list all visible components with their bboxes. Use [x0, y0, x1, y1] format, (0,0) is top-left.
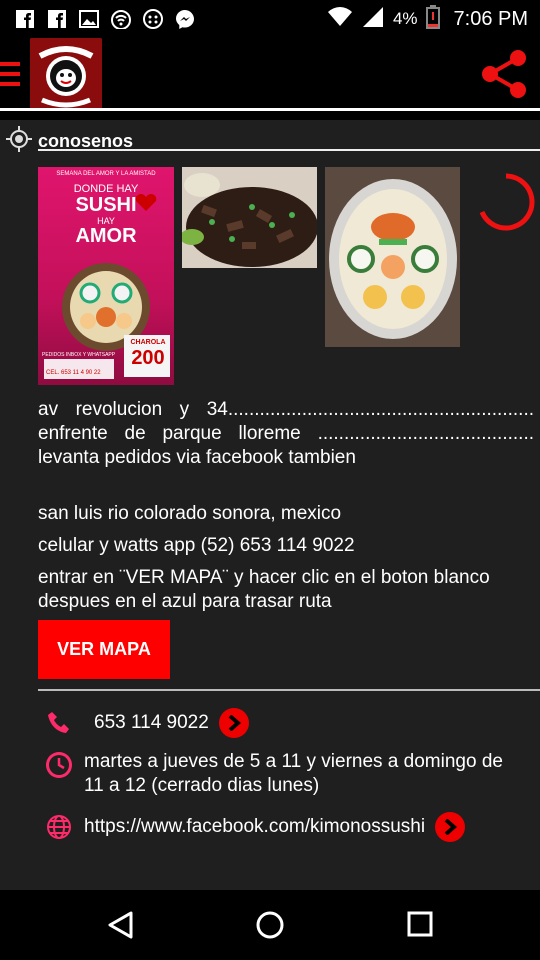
poster-footer1: PEDIDOS INBOX Y WHATSAPP — [42, 352, 116, 358]
share-icon[interactable] — [478, 48, 530, 100]
clock: 7:06 PM — [453, 7, 528, 30]
menu-icon[interactable] — [0, 60, 20, 88]
recents-icon[interactable] — [406, 910, 436, 940]
app-logo[interactable] — [30, 38, 102, 110]
content-panel: conosenos SEMANA DEL AMOR Y LA AMISTAD D… — [0, 120, 540, 890]
phone-text: celular y watts app (52) 653 114 9022 — [38, 535, 355, 556]
clock-icon — [44, 750, 74, 780]
poster-line4: AMOR — [75, 225, 137, 247]
app-bar — [0, 38, 540, 110]
facebook-icon — [14, 8, 36, 30]
instructions-text: entrar en ¨VER MAPA¨ y hacer clic en el … — [38, 567, 490, 612]
info-separator — [38, 689, 540, 691]
gallery-icon — [78, 8, 100, 30]
sushi-platter-image[interactable] — [325, 167, 460, 347]
messenger-icon — [174, 8, 196, 30]
wifi-icon — [110, 8, 132, 30]
website-arrow-icon[interactable] — [435, 812, 466, 842]
location-target-icon — [6, 126, 32, 157]
phone-icon — [44, 708, 74, 738]
navigation-bar — [0, 890, 540, 960]
poster-footer2: CEL. 653 11 4 90 22 — [46, 370, 101, 376]
poster-promo-title: CHAROLA — [130, 339, 166, 346]
phone-number[interactable]: 653 114 9022 — [94, 711, 209, 735]
hours-row: martes a jueves de 5 a 11 y viernes a do… — [44, 750, 524, 798]
poster-promo-price: 200 — [131, 347, 165, 369]
city-text: san luis rio colorado sonora, mexico — [38, 503, 342, 524]
phone-arrow-icon[interactable] — [218, 708, 249, 738]
section-header: conosenos — [6, 126, 133, 157]
app-bar-divider — [0, 108, 540, 111]
hours-text: martes a jueves de 5 a 11 y viernes a do… — [84, 751, 503, 796]
battery-percent: 4% — [392, 9, 418, 28]
game-icon — [142, 8, 164, 30]
home-icon[interactable] — [255, 910, 285, 940]
globe-icon — [44, 812, 74, 842]
beef-dish-image[interactable] — [182, 167, 317, 268]
wifi-signal-icon — [327, 6, 353, 32]
status-bar: 4% 7:06 PM — [0, 0, 540, 38]
cell-signal-icon — [361, 5, 385, 34]
address-text: av revolucion y 34......................… — [38, 399, 534, 468]
website-link[interactable]: https://www.facebook.com/kimonossushi — [84, 815, 425, 839]
loading-spinner-icon — [476, 172, 536, 232]
poster-line2: SUSHI — [75, 194, 137, 216]
phone-row[interactable]: 653 114 9022 — [44, 708, 249, 738]
poster-header: SEMANA DEL AMOR Y LA AMISTAD — [56, 171, 156, 177]
facebook-icon — [46, 8, 68, 30]
back-icon[interactable] — [106, 910, 136, 940]
battery-icon — [425, 4, 440, 34]
section-underline — [38, 149, 540, 151]
website-row[interactable]: https://www.facebook.com/kimonossushi — [44, 812, 466, 842]
promo-poster-image[interactable]: SEMANA DEL AMOR Y LA AMISTAD DONDE HAY S… — [38, 167, 174, 385]
ver-mapa-button[interactable]: VER MAPA — [38, 620, 170, 679]
